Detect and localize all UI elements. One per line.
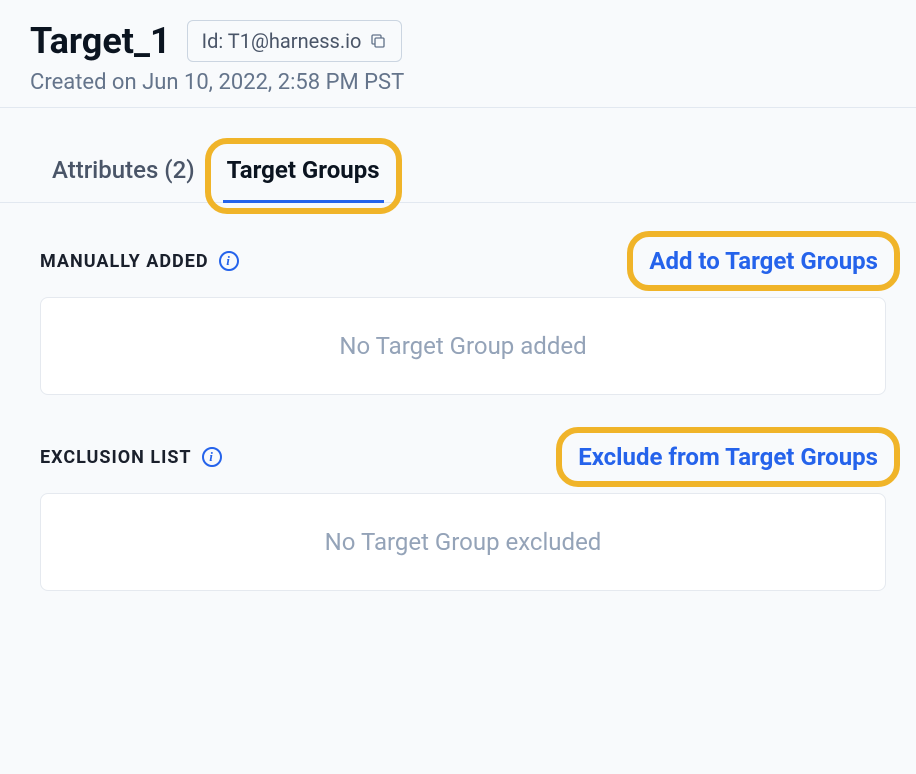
content: MANUALLY ADDED i Add to Target Groups No… <box>0 203 916 675</box>
info-icon[interactable]: i <box>202 447 222 467</box>
page-title: Target_1 <box>30 20 171 62</box>
tab-target-groups[interactable]: Target Groups <box>223 148 384 203</box>
tab-target-groups-label: Target Groups <box>227 156 380 184</box>
label-text-exclusion: EXCLUSION LIST <box>40 447 192 468</box>
page-header: Target_1 Id: T1@harness.io Created on Ju… <box>0 0 916 108</box>
manual-empty-box: No Target Group added <box>40 297 886 395</box>
id-text: Id: T1@harness.io <box>202 29 362 53</box>
section-header-manual: MANUALLY ADDED i Add to Target Groups <box>40 243 886 279</box>
label-text-manual: MANUALLY ADDED <box>40 251 209 272</box>
section-header-exclusion: EXCLUSION LIST i Exclude from Target Gro… <box>40 439 886 475</box>
copy-icon <box>369 32 387 50</box>
add-to-target-groups-label: Add to Target Groups <box>649 247 878 275</box>
exclude-from-target-groups-button[interactable]: Exclude from Target Groups <box>570 439 886 475</box>
exclude-from-target-groups-label: Exclude from Target Groups <box>578 443 878 471</box>
info-icon[interactable]: i <box>219 251 239 271</box>
section-manually-added: MANUALLY ADDED i Add to Target Groups No… <box>40 243 886 395</box>
add-to-target-groups-button[interactable]: Add to Target Groups <box>641 243 886 279</box>
tabs: Attributes (2) Target Groups <box>0 108 916 203</box>
id-badge[interactable]: Id: T1@harness.io <box>187 20 403 62</box>
section-label-exclusion: EXCLUSION LIST i <box>40 447 222 468</box>
section-label-manual: MANUALLY ADDED i <box>40 251 239 272</box>
exclusion-empty-box: No Target Group excluded <box>40 493 886 591</box>
created-timestamp: Created on Jun 10, 2022, 2:58 PM PST <box>30 70 886 95</box>
section-exclusion-list: EXCLUSION LIST i Exclude from Target Gro… <box>40 439 886 591</box>
tab-attributes[interactable]: Attributes (2) <box>48 148 199 202</box>
title-row: Target_1 Id: T1@harness.io <box>30 20 886 62</box>
